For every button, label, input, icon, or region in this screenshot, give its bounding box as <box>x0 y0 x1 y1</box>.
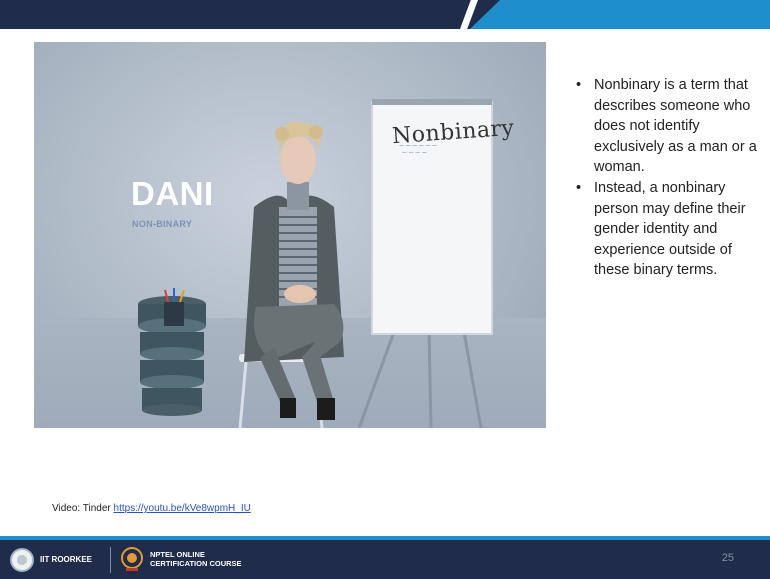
course-label-line2: CERTIFICATION COURSE <box>150 559 242 568</box>
footer-bar <box>0 540 770 579</box>
top-banner-accent <box>470 0 770 29</box>
bullet-list: Nonbinary is a term that describes someo… <box>568 75 768 281</box>
speaker-name: DANI <box>131 175 214 212</box>
nptel-logo-icon <box>121 547 143 571</box>
video-still[interactable]: — — — — — — — — — — Nonbinary DANI NON-B… <box>34 42 546 428</box>
video-scene-illustration: — — — — — — — — — — <box>138 99 493 428</box>
svg-text:— — — —: — — — — <box>402 150 427 156</box>
video-credit: Video: Tinder https://youtu.be/kVe8wpmH_… <box>52 503 251 514</box>
bullet-item: Nonbinary is a term that describes someo… <box>568 75 768 178</box>
institute-name: IIT ROORKEE <box>40 555 93 564</box>
speaker-identity: NON-BINARY <box>132 219 193 229</box>
course-label: NPTEL ONLINE CERTIFICATION COURSE <box>150 550 270 568</box>
bullet-item: Instead, a nonbinary person may define t… <box>568 178 768 281</box>
footer-divider <box>110 547 111 573</box>
course-label-line1: NPTEL ONLINE <box>150 550 205 559</box>
credit-link[interactable]: https://youtu.be/kVe8wpmH_IU <box>114 503 251 514</box>
credit-prefix: Video: Tinder <box>52 503 111 514</box>
page-number: 25 <box>721 552 734 564</box>
top-banner <box>0 0 770 30</box>
iit-roorkee-logo-icon <box>10 548 34 572</box>
